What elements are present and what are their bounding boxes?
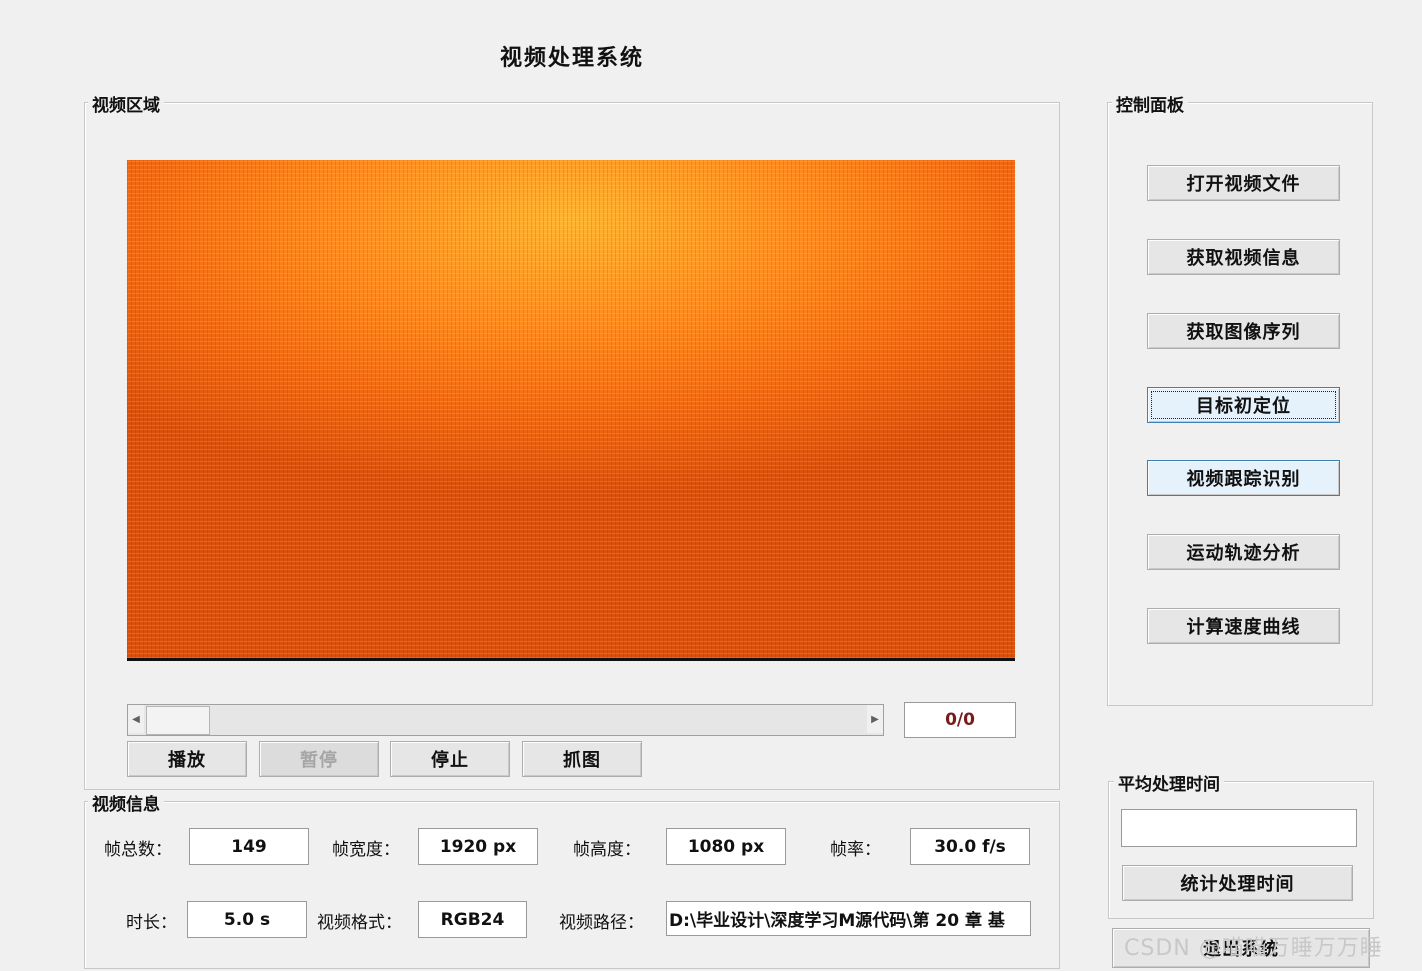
avg-time-label: 平均处理时间: [1114, 770, 1224, 795]
path-label: 视频路径：: [559, 913, 644, 933]
frame-height-value: 1080 px: [666, 828, 786, 865]
frame-width-label: 帧宽度：: [332, 840, 400, 860]
play-button[interactable]: 播放: [127, 741, 247, 777]
format-label: 视频格式：: [317, 913, 402, 933]
video-display: [127, 160, 1015, 661]
pause-button[interactable]: 暂停: [259, 741, 379, 777]
total-frames-label: 帧总数：: [104, 840, 172, 860]
get-image-sequence-button[interactable]: 获取图像序列: [1147, 313, 1340, 349]
video-info-label: 视频信息: [88, 790, 164, 815]
path-value: D:\毕业设计\深度学习M源代码\第 20 章 基: [666, 901, 1031, 936]
total-frames-value: 149: [189, 828, 309, 865]
video-area-label: 视频区域: [88, 91, 164, 116]
fps-value: 30.0 f/s: [910, 828, 1030, 865]
control-panel-label: 控制面板: [1112, 91, 1188, 116]
frame-width-value: 1920 px: [418, 828, 538, 865]
slider-right-arrow-icon[interactable]: ▶: [867, 705, 883, 733]
video-info-panel: [84, 801, 1060, 969]
frame-slider[interactable]: ◀ ▶: [127, 704, 884, 736]
format-value: RGB24: [418, 901, 527, 938]
app-title: 视频处理系统: [500, 45, 645, 71]
slider-left-arrow-icon[interactable]: ◀: [128, 705, 144, 733]
compute-time-button[interactable]: 统计处理时间: [1122, 865, 1353, 901]
duration-label: 时长：: [126, 913, 177, 933]
frame-counter: 0/0: [904, 702, 1016, 738]
trajectory-analysis-button[interactable]: 运动轨迹分析: [1147, 534, 1340, 570]
watermark: CSDN @喵喵万睡万万睡: [1124, 936, 1383, 961]
frame-height-label: 帧高度：: [573, 840, 641, 860]
get-video-info-button[interactable]: 获取视频信息: [1147, 239, 1340, 275]
stop-button[interactable]: 停止: [390, 741, 510, 777]
video-tracking-button[interactable]: 视频跟踪识别: [1147, 460, 1340, 496]
slider-thumb[interactable]: [146, 706, 210, 735]
capture-button[interactable]: 抓图: [522, 741, 642, 777]
avg-time-value: [1121, 809, 1357, 847]
duration-value: 5.0 s: [187, 901, 307, 938]
open-video-button[interactable]: 打开视频文件: [1147, 165, 1340, 201]
fps-label: 帧率：: [830, 840, 881, 860]
speed-curve-button[interactable]: 计算速度曲线: [1147, 608, 1340, 644]
target-init-locate-button[interactable]: 目标初定位: [1147, 387, 1340, 423]
